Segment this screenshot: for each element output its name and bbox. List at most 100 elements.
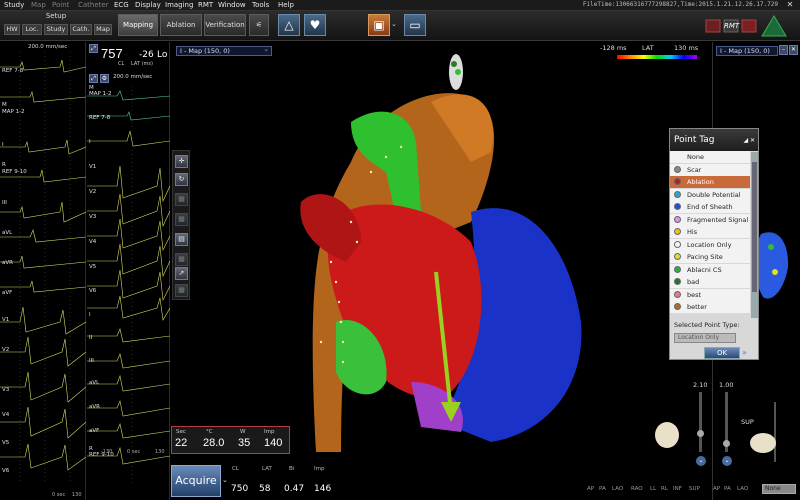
logo-area: RMT [704, 14, 792, 38]
expand-button[interactable]: ⤢ [89, 44, 98, 53]
setup-loc-button[interactable]: Loc. [22, 24, 42, 35]
triangle-view-button[interactable]: △ [278, 14, 300, 36]
mode-ablation-button[interactable]: Ablation [160, 14, 202, 36]
scrollbar-thumb[interactable] [752, 162, 757, 292]
view-lao-button[interactable]: LAO [612, 486, 623, 492]
point-tag-item[interactable]: End of Sheath [670, 201, 750, 213]
tool-4-button[interactable]: ▦ [175, 213, 188, 226]
setup-map-button[interactable]: Map [94, 24, 112, 35]
zoom-tool-button[interactable]: ✛ [175, 155, 188, 168]
menu-display[interactable]: Display [135, 1, 161, 9]
setup-hw-button[interactable]: HW [4, 24, 20, 35]
heart-view-button[interactable]: ♥ [304, 14, 326, 36]
view-ll-button[interactable]: LL [650, 486, 656, 492]
setup-cath-button[interactable]: Cath. [70, 24, 92, 35]
slider-left-knob[interactable] [697, 430, 704, 437]
menu-map[interactable]: Map [31, 1, 46, 9]
view-pa-button-2[interactable]: PA [724, 486, 731, 492]
point-tag-label: better [687, 303, 707, 311]
dialog-window-buttons[interactable]: ◢ ✕ [743, 130, 755, 152]
panel-minimize-button[interactable]: – [779, 45, 788, 55]
point-tag-item[interactable]: Pacing Site [670, 251, 750, 263]
acquire-button[interactable]: Acquire [171, 465, 221, 497]
point-tag-item[interactable]: None [670, 151, 750, 163]
heart-thumbnail-sup-icon[interactable] [748, 428, 778, 458]
mode-mapping-button[interactable]: Mapping [118, 14, 158, 36]
point-tag-item[interactable]: Ablation [670, 176, 750, 188]
map-selector[interactable]: I - Map (150, 0) [176, 45, 272, 56]
temp-label: °C [206, 429, 213, 435]
view-ap-button-2[interactable]: AP [713, 486, 720, 492]
lead-label: III [2, 200, 7, 206]
menu-catheter[interactable]: Catheter [78, 1, 109, 9]
cl-value: 757 [101, 46, 123, 61]
record-button[interactable]: ▣ [368, 14, 390, 36]
view-ap-button[interactable]: AP [587, 486, 594, 492]
menu-rmt[interactable]: RMT [198, 1, 213, 9]
tool-3-button[interactable]: ▦ [175, 193, 188, 206]
slider-right-knob[interactable] [723, 440, 730, 447]
point-tag-label: bad [687, 278, 700, 286]
point-tag-label: End of Sheath [687, 203, 733, 211]
menu-window[interactable]: Window [218, 1, 246, 9]
monitor-button[interactable]: ▭ [404, 14, 426, 36]
point-tag-item[interactable]: His [670, 226, 750, 238]
ok-button[interactable]: OK [704, 347, 740, 359]
view-dropdown[interactable]: None [762, 484, 796, 494]
secondary-map-selector[interactable]: I - Map (150, 0) [716, 46, 778, 56]
point-tag-label: His [687, 228, 698, 236]
point-tag-label: best [687, 290, 702, 299]
mode-extra-button[interactable]: ⚟ [249, 14, 269, 36]
bottom-bi-value: 0.47 [284, 484, 305, 494]
menu-tools[interactable]: Tools [252, 1, 269, 9]
view-rao-button[interactable]: RAO [631, 486, 643, 492]
panel-close-button[interactable]: ✕ [789, 45, 798, 55]
point-tag-item[interactable]: Ablacni CS [670, 263, 750, 276]
view-lao-button-2[interactable]: LAO [737, 486, 748, 492]
record-dropdown-icon[interactable]: ⌄ [391, 20, 397, 28]
slider-left-track[interactable] [699, 392, 702, 452]
expand-ecg-button[interactable]: ⤢ [89, 74, 98, 83]
menu-ecg[interactable]: ECG [114, 1, 129, 9]
heart-thumbnail-icon[interactable] [652, 420, 682, 450]
point-tag-item[interactable]: better [670, 301, 750, 313]
point-tag-item[interactable]: best [670, 288, 750, 301]
tool-6-button[interactable]: ▦ [175, 253, 188, 266]
tool-7-button[interactable]: ➚ [175, 267, 188, 280]
point-tag-scrollbar[interactable] [751, 152, 758, 318]
menu-study[interactable]: Study [4, 1, 24, 9]
tool-8-button[interactable]: ▦ [175, 284, 188, 297]
mode-verification-button[interactable]: Verification [204, 14, 246, 36]
ecg-speed-label: 200.0 mm/sec [113, 74, 153, 80]
menu-point[interactable]: Point [52, 1, 69, 9]
ecg-traces-left [0, 52, 86, 482]
tag-color-icon [674, 265, 681, 273]
lat-max-label: 130 ms [674, 44, 699, 52]
rotate-tool-button[interactable]: ↻ [175, 173, 188, 186]
lead-label: V6 [2, 468, 10, 474]
more-options-button[interactable]: » [742, 348, 747, 357]
slider-right-down-button[interactable]: ⌄ [722, 456, 732, 466]
point-tag-item[interactable]: Double Potential [670, 188, 750, 201]
view-sup-button[interactable]: SUP [689, 486, 700, 492]
setup-study-button[interactable]: Study [44, 24, 68, 35]
menu-imaging[interactable]: Imaging [165, 1, 193, 9]
view-pa-button[interactable]: PA [599, 486, 606, 492]
view-inf-button[interactable]: INF [673, 486, 682, 492]
lead-label: R [2, 162, 6, 168]
point-tag-item[interactable]: Scar [670, 163, 750, 176]
lead-label: aVL [2, 230, 13, 236]
settings-ecg-button[interactable]: ⚙ [100, 74, 109, 83]
lead-label: M [2, 102, 7, 108]
point-tag-item[interactable]: Location Only [670, 238, 750, 251]
slider-left-down-button[interactable]: ⌄ [696, 456, 706, 466]
view-rl-button[interactable]: RL [661, 486, 668, 492]
menu-help[interactable]: Help [278, 1, 294, 9]
point-tag-item[interactable]: Fragmented Signal [670, 213, 750, 226]
ecg-speed-label: 200.0 mm/sec [28, 44, 68, 50]
close-icon[interactable]: ✕ [784, 0, 796, 10]
tool-5-button[interactable]: ▤ [175, 233, 188, 246]
selected-type-dropdown[interactable]: Location Only [674, 333, 736, 343]
acquire-dropdown-icon[interactable]: ⌄ [222, 465, 228, 497]
point-tag-item[interactable]: bad [670, 276, 750, 288]
